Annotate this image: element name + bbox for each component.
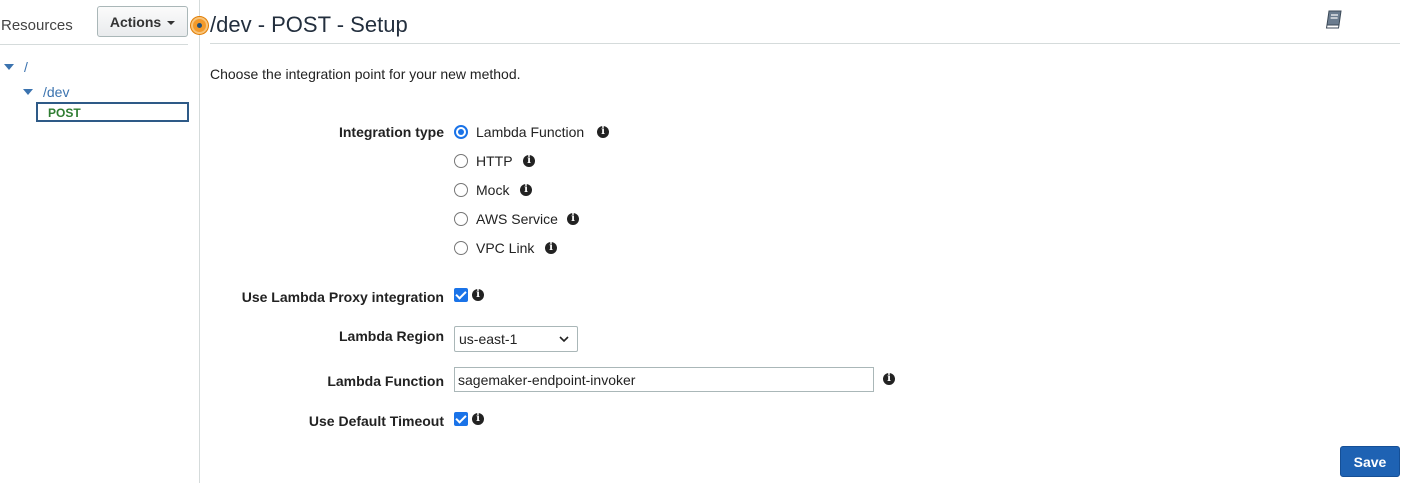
book-icon[interactable] bbox=[1323, 8, 1345, 33]
radio-http[interactable]: HTTP bbox=[454, 153, 513, 169]
tree-item-post-method[interactable]: POST bbox=[36, 102, 189, 122]
default-timeout-label: Use Default Timeout bbox=[308, 413, 444, 429]
info-icon[interactable]: i bbox=[472, 289, 484, 301]
info-icon[interactable]: i bbox=[472, 413, 484, 425]
info-icon[interactable]: i bbox=[545, 242, 557, 254]
divider bbox=[0, 44, 188, 45]
divider bbox=[210, 43, 1400, 44]
radio-label[interactable]: HTTP bbox=[476, 153, 513, 169]
actions-label: Actions bbox=[109, 13, 162, 30]
save-button[interactable]: Save bbox=[1340, 446, 1400, 477]
expand-triangle-icon[interactable] bbox=[23, 89, 33, 95]
intro-text: Choose the integration point for your ne… bbox=[210, 66, 521, 82]
lambda-function-label: Lambda Function bbox=[327, 373, 444, 389]
tree-item-dev[interactable]: /dev bbox=[23, 84, 69, 100]
radio-lambda-function[interactable]: Lambda Function bbox=[454, 124, 584, 140]
radio-label[interactable]: Mock bbox=[476, 182, 509, 198]
tree-item-root[interactable]: / bbox=[4, 59, 28, 75]
radio-button[interactable] bbox=[454, 154, 468, 168]
tree-item-label[interactable]: /dev bbox=[43, 84, 69, 100]
radio-button[interactable] bbox=[454, 183, 468, 197]
radio-vpc-link[interactable]: VPC Link bbox=[454, 240, 534, 256]
actions-dropdown-button[interactable]: Actions bbox=[97, 6, 188, 37]
page-title: /dev - POST - Setup bbox=[210, 12, 408, 37]
status-indicator-icon bbox=[191, 17, 208, 34]
lambda-region-label: Lambda Region bbox=[338, 328, 444, 344]
expand-triangle-icon[interactable] bbox=[4, 64, 14, 70]
radio-button[interactable] bbox=[454, 241, 468, 255]
lambda-function-input[interactable] bbox=[454, 367, 874, 392]
resources-title: Resources bbox=[1, 17, 73, 34]
caret-down-icon bbox=[167, 20, 176, 25]
tree-item-label[interactable]: / bbox=[24, 59, 28, 75]
radio-label[interactable]: Lambda Function bbox=[476, 124, 584, 140]
default-timeout-checkbox[interactable] bbox=[454, 412, 468, 426]
info-icon[interactable]: i bbox=[597, 126, 609, 138]
lambda-region-select[interactable]: us-east-1 bbox=[454, 326, 578, 352]
radio-button[interactable] bbox=[454, 212, 468, 226]
radio-aws-service[interactable]: AWS Service bbox=[454, 211, 558, 227]
radio-button[interactable] bbox=[454, 125, 468, 139]
region-value: us-east-1 bbox=[459, 331, 518, 347]
info-icon[interactable]: i bbox=[523, 155, 535, 167]
chevron-down-icon bbox=[559, 336, 569, 343]
info-icon[interactable]: i bbox=[567, 213, 579, 225]
radio-label[interactable]: AWS Service bbox=[476, 211, 558, 227]
radio-label[interactable]: VPC Link bbox=[476, 240, 534, 256]
lambda-proxy-label: Use Lambda Proxy integration bbox=[241, 289, 444, 305]
integration-type-label: Integration type bbox=[338, 124, 444, 140]
radio-mock[interactable]: Mock bbox=[454, 182, 509, 198]
info-icon[interactable]: i bbox=[520, 184, 532, 196]
lambda-proxy-checkbox[interactable] bbox=[454, 288, 468, 302]
info-icon[interactable]: i bbox=[883, 373, 895, 385]
resources-panel: Resources Actions / /dev POST bbox=[0, 0, 200, 483]
